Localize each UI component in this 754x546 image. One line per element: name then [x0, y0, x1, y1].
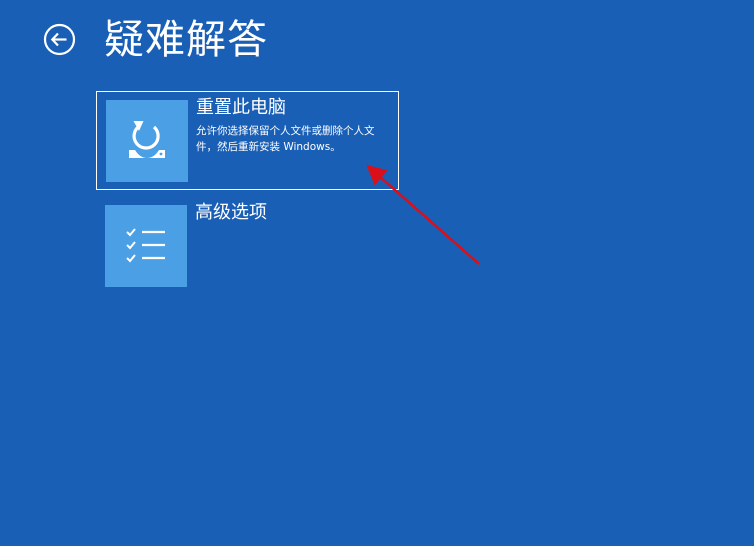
reset-pc-tile [106, 100, 188, 182]
reset-pc-description: 允许你选择保留个人文件或删除个人文件，然后重新安装 Windows。 [196, 125, 375, 153]
back-arrow-circle-icon [43, 23, 76, 56]
checklist-icon [126, 228, 165, 263]
reset-pc-icon [129, 121, 165, 158]
advanced-options-title: 高级选项 [195, 202, 267, 223]
reset-pc-title: 重置此电脑 [196, 97, 286, 118]
advanced-options-tile [105, 205, 187, 287]
page-title: 疑难解答 [104, 17, 268, 63]
back-button[interactable] [43, 23, 76, 56]
reset-pc-option[interactable]: 重置此电脑 允许你选择保留个人文件或删除个人文件，然后重新安装 Windows。 [96, 91, 399, 190]
troubleshoot-screen: 疑难解答 重置此电脑 允许你选择保留个人文件或删除个人文件，然后重新安装 Win… [0, 0, 754, 546]
advanced-options-option[interactable]: 高级选项 [96, 197, 399, 296]
